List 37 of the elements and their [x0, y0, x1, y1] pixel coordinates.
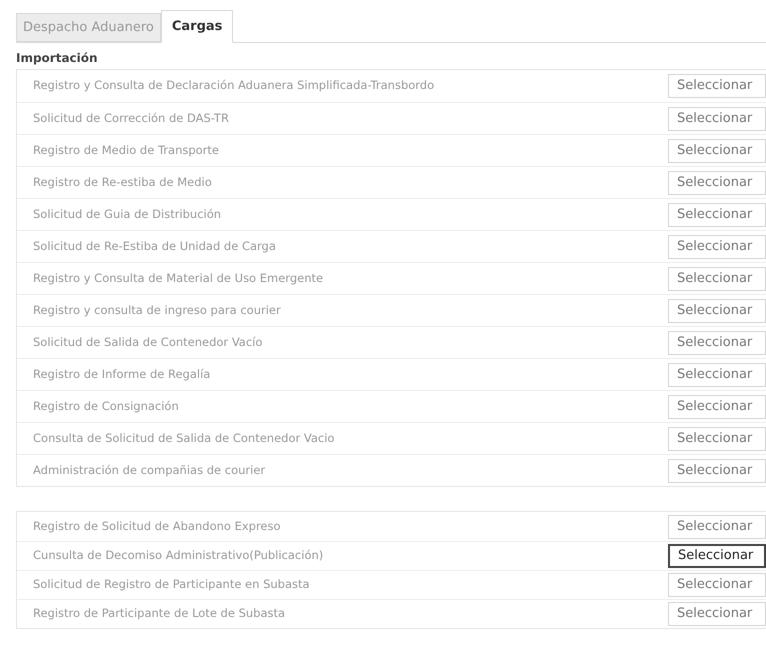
select-button[interactable]: Seleccionar [668, 138, 766, 162]
menu-label: Administración de compañias de courier [33, 462, 266, 479]
select-button[interactable]: Seleccionar [668, 234, 766, 258]
menu-label: Registro de Medio de Transporte [33, 142, 219, 159]
select-button[interactable]: Seleccionar [668, 330, 766, 354]
menu-label: Solicitud de Corrección de DAS-TR [33, 110, 229, 127]
select-button[interactable]: Seleccionar [668, 362, 766, 386]
menu-label: Registro y Consulta de Material de Uso Emergente [33, 270, 324, 287]
menu-label: Registro de Consignación [33, 398, 179, 415]
select-button[interactable]: Seleccionar [668, 602, 766, 626]
select-button[interactable]: Seleccionar [668, 74, 766, 98]
menu-label: Registro y consulta de ingreso para courier [33, 302, 281, 319]
menu-label: Cunsulta de Decomiso Administrativo(Publicación) [33, 547, 324, 564]
select-button[interactable]: Seleccionar [668, 106, 766, 130]
tab[interactable]: Despacho Aduanero [16, 13, 161, 42]
menu-label: Registro y Consulta de Declaración Aduanera Simplificada-Transbordo [33, 77, 434, 94]
select-button[interactable]: Seleccionar [668, 544, 766, 568]
select-button[interactable]: Seleccionar [668, 202, 766, 226]
menu-label: Solicitud de Re-Estiba de Unidad de Carga [33, 238, 276, 255]
select-button[interactable]: Seleccionar [668, 514, 766, 538]
select-button[interactable]: Seleccionar [668, 573, 766, 597]
section-title: Importación [16, 50, 99, 67]
select-button[interactable]: Seleccionar [668, 266, 766, 290]
select-button[interactable]: Seleccionar [668, 298, 766, 322]
menu-label: Consulta de Solicitud de Salida de Contenedor Vacio [33, 430, 334, 447]
select-button[interactable]: Seleccionar [668, 458, 766, 482]
tab[interactable]: Cargas [160, 10, 234, 43]
menu-label: Solicitud de Registro de Participante en Subasta [33, 576, 310, 594]
menu-label: Registro de Informe de Regalía [33, 366, 210, 383]
select-button[interactable]: Seleccionar [668, 170, 766, 194]
menu-label: Solicitud de Guia de Distribución [33, 206, 222, 223]
select-button[interactable]: Seleccionar [668, 426, 766, 450]
menu-label: Registro de Solicitud de Abandono Expreso [33, 518, 281, 535]
select-button[interactable]: Seleccionar [668, 394, 766, 418]
menu-label: Registro de Participante de Lote de Subasta [33, 605, 286, 622]
menu-label: Solicitud de Salida de Contenedor Vacío [33, 334, 262, 351]
menu-label: Registro de Re-estiba de Medio [33, 174, 212, 191]
